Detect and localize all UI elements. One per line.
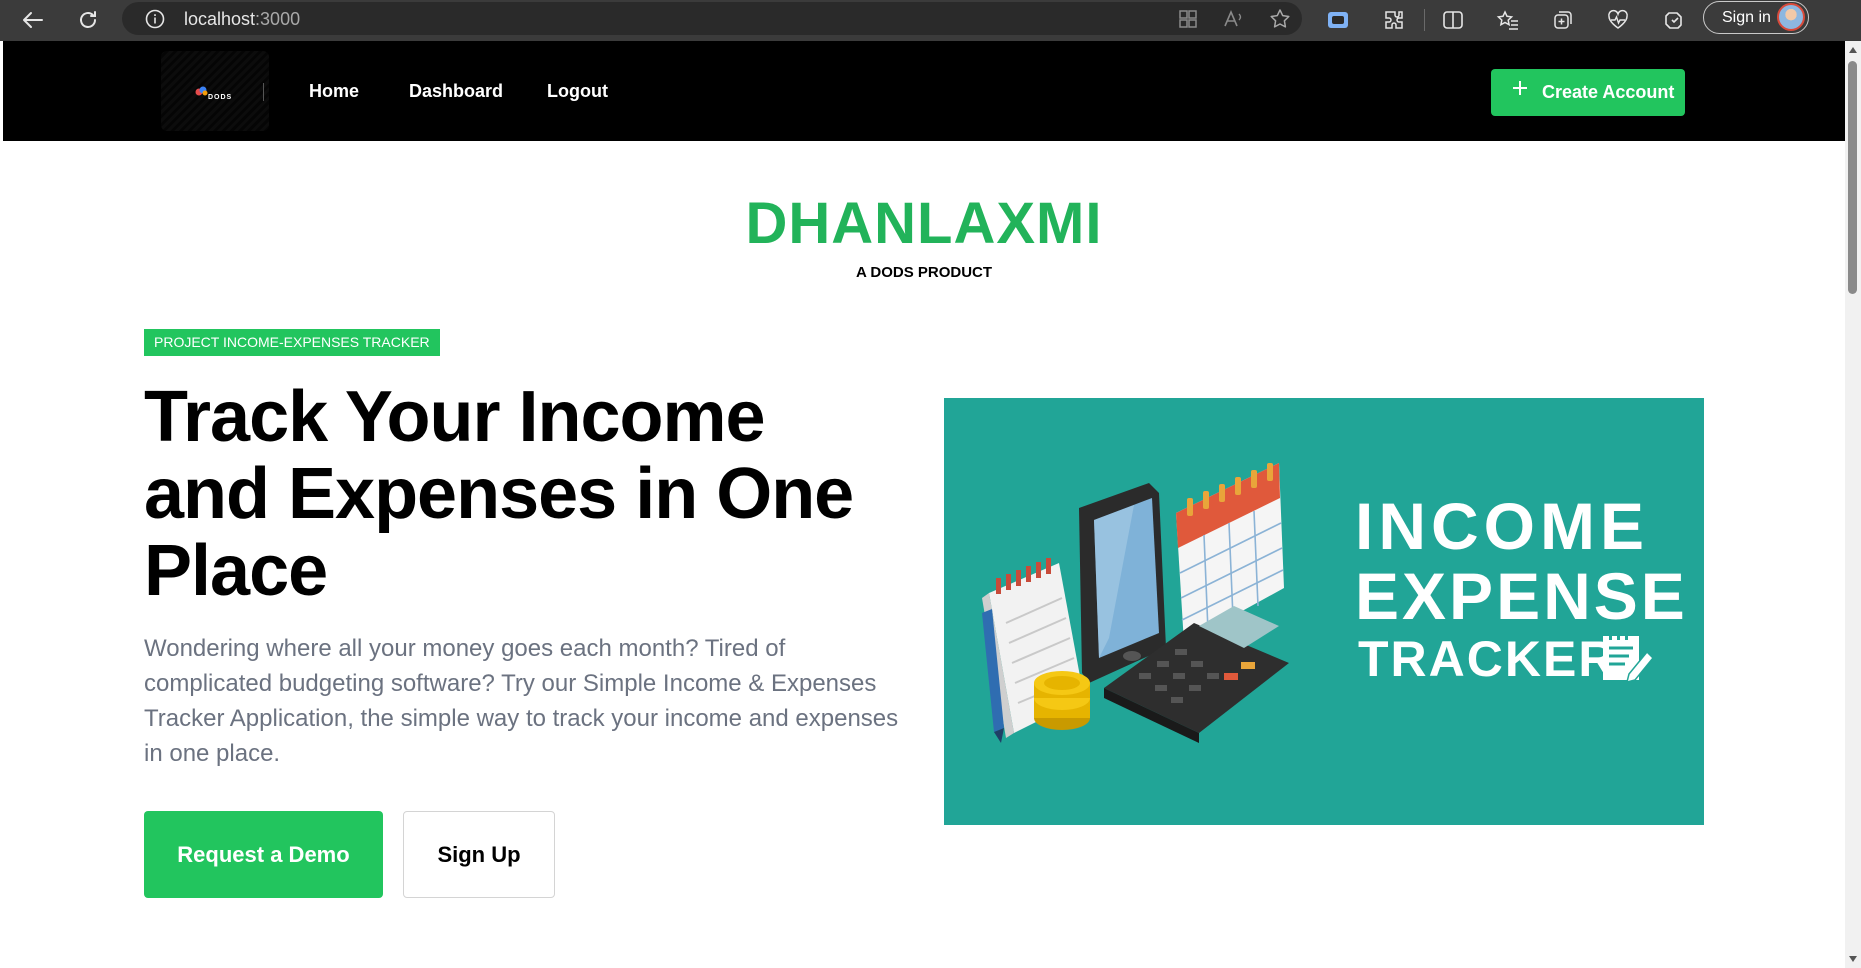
- request-demo-button[interactable]: Request a Demo: [144, 811, 383, 898]
- toolbar-divider: [1424, 9, 1425, 31]
- page: DODS Home Dashboard Logout Create Accoun…: [3, 41, 1845, 968]
- app-grid-icon[interactable]: [1174, 6, 1202, 32]
- split-screen-icon[interactable]: [1437, 4, 1469, 36]
- nav-link-home[interactable]: Home: [309, 81, 359, 102]
- hero-title: Track Your Income and Expenses in One Pl…: [144, 377, 854, 611]
- top-navbar: DODS Home Dashboard Logout Create Accoun…: [3, 41, 1845, 141]
- favorite-star-icon[interactable]: [1266, 6, 1294, 32]
- create-account-label: Create Account: [1542, 82, 1675, 102]
- refresh-icon[interactable]: [73, 5, 103, 35]
- collections-icon[interactable]: [1547, 4, 1579, 36]
- browser-toolbar: localhost:3000 Sign in: [0, 0, 1861, 41]
- brand-subtitle: A DODS PRODUCT: [855, 264, 993, 281]
- brand-title: DHANLAXMI: [745, 191, 1103, 256]
- favorites-list-icon[interactable]: [1492, 4, 1524, 36]
- income-expense-tracker-illustration: INCOME EXPENSE TRACKER: [944, 398, 1704, 825]
- logo-divider: [263, 83, 264, 101]
- scrollbar-thumb[interactable]: [1848, 61, 1857, 294]
- nav-link-dashboard[interactable]: Dashboard: [409, 81, 503, 102]
- health-icon[interactable]: [1602, 4, 1634, 36]
- page-scrollbar[interactable]: [1845, 41, 1861, 968]
- notepad-pen-icon: [1603, 633, 1654, 684]
- image-text-income: INCOME: [1355, 489, 1649, 563]
- screen-capture-icon[interactable]: [1322, 4, 1354, 36]
- extension-icon[interactable]: [1378, 4, 1410, 36]
- url-text: localhost:3000: [184, 9, 301, 29]
- plus-icon: [1511, 78, 1529, 102]
- scroll-up-arrow-icon[interactable]: [1849, 47, 1857, 53]
- sign-in-label: Sign in: [1722, 9, 1771, 26]
- logo-text: DODS: [208, 94, 233, 101]
- create-account-button[interactable]: Create Account: [1491, 69, 1685, 116]
- address-bar[interactable]: localhost:3000: [122, 2, 1302, 35]
- logo-mark-icon: [195, 86, 208, 96]
- scroll-down-arrow-icon[interactable]: [1849, 956, 1857, 962]
- nav-link-logout[interactable]: Logout: [547, 81, 608, 102]
- hero-description: Wondering where all your money goes each…: [144, 635, 899, 767]
- image-text-tracker: TRACKER: [1358, 631, 1617, 687]
- read-aloud-icon[interactable]: [1220, 6, 1248, 32]
- image-text-expense: EXPENSE: [1355, 559, 1688, 633]
- dods-logo[interactable]: DODS: [161, 51, 269, 131]
- info-icon[interactable]: [145, 9, 165, 34]
- avatar: [1777, 3, 1805, 31]
- copilot-icon[interactable]: [1658, 4, 1690, 36]
- sign-in-button[interactable]: Sign in: [1703, 1, 1809, 34]
- sign-up-button[interactable]: Sign Up: [403, 811, 555, 898]
- coins-icon: [1034, 671, 1090, 730]
- project-tag: PROJECT INCOME-EXPENSES TRACKER: [144, 329, 440, 356]
- back-arrow-icon[interactable]: [18, 5, 48, 35]
